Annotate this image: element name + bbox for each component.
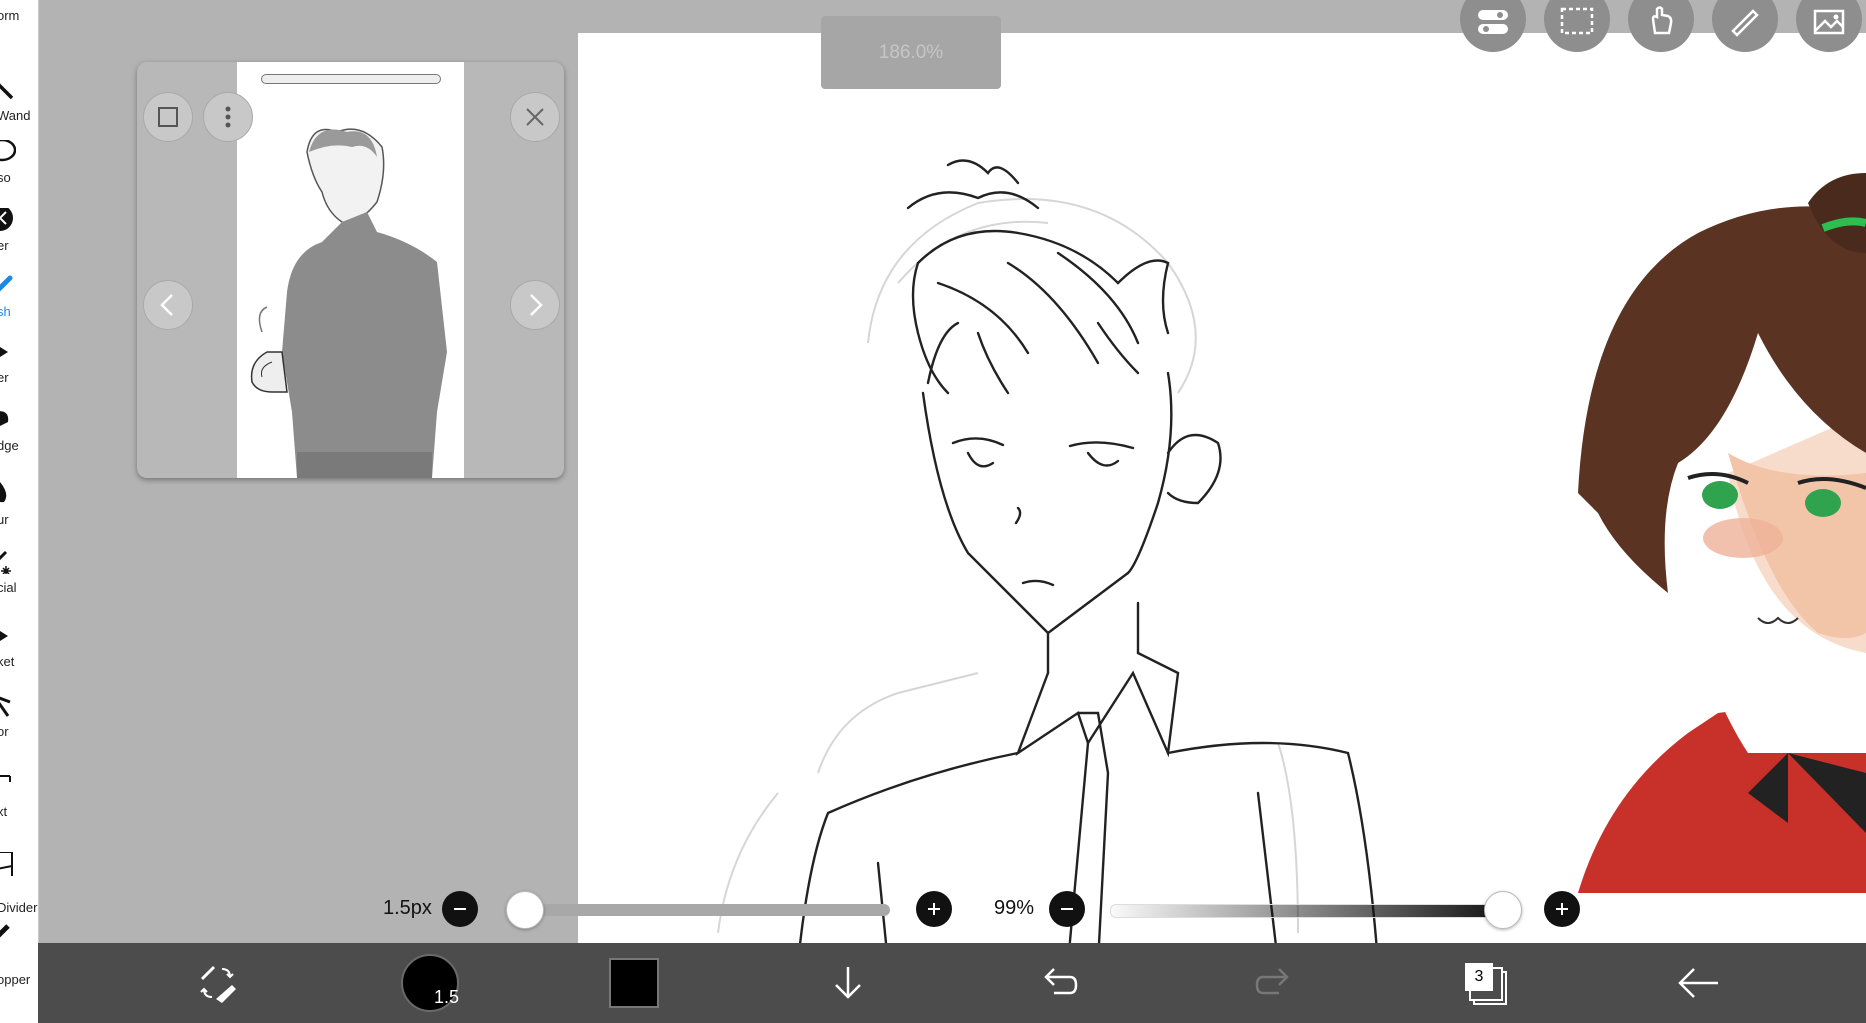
hand-touch-icon <box>1651 6 1673 35</box>
brush-size-decrease-button[interactable] <box>442 891 478 927</box>
brush-eraser-swap-icon <box>200 965 236 1003</box>
drawing-canvas[interactable] <box>578 33 1866 963</box>
brush-settings-button[interactable]: 1.5 <box>390 943 470 1023</box>
tool-special[interactable]: cial <box>0 546 38 618</box>
opacity-track[interactable] <box>1110 904 1508 918</box>
tool-eraser[interactable]: er <box>0 204 38 276</box>
arrow-down-icon <box>835 967 861 999</box>
tool-eyedropper[interactable]: opper <box>0 920 38 992</box>
square-icon <box>158 107 178 127</box>
reference-prev-button[interactable] <box>143 280 193 330</box>
tool-lasso[interactable]: so <box>0 136 38 208</box>
plus-icon <box>1556 903 1568 915</box>
back-button[interactable] <box>1658 943 1738 1023</box>
brush-preview-circle: 1.5 <box>401 954 459 1012</box>
opacity-decrease-button[interactable] <box>1049 891 1085 927</box>
close-icon <box>526 108 544 126</box>
tool-smudge[interactable]: dge <box>0 404 38 476</box>
redo-button[interactable] <box>1233 943 1313 1023</box>
swap-brush-eraser-button[interactable] <box>178 943 258 1023</box>
blur-icon <box>0 482 7 503</box>
opacity-increase-button[interactable] <box>1544 891 1580 927</box>
tool-label: er <box>0 370 9 385</box>
bucket-icon <box>0 631 8 641</box>
color-picker-button[interactable] <box>594 943 674 1023</box>
brush-icon <box>0 275 13 292</box>
tool-blur[interactable]: ur <box>0 478 38 550</box>
more-vertical-icon <box>225 106 231 128</box>
tool-bucket[interactable]: ket <box>0 620 38 692</box>
arrow-left-icon <box>1678 968 1718 998</box>
layer-count-badge: 3 <box>1465 963 1493 991</box>
reference-drag-handle[interactable] <box>261 74 441 84</box>
special-brush-icon <box>0 550 11 574</box>
chevron-right-icon <box>530 294 543 316</box>
undo-icon <box>1044 968 1078 995</box>
tool-label: opper <box>0 972 31 987</box>
zoom-indicator: 186.0% <box>821 16 1001 89</box>
bottom-toolbar: 1.5 3 <box>38 943 1866 1023</box>
brush-size-increase-button[interactable] <box>916 891 952 927</box>
tool-label: dge <box>0 438 19 453</box>
image-icon <box>1813 9 1845 35</box>
lasso-icon <box>0 140 16 162</box>
tool-label: so <box>0 170 11 185</box>
reference-menu-button[interactable] <box>203 92 253 142</box>
selector-icon <box>0 696 11 717</box>
opacity-label: 99% <box>994 897 1035 919</box>
minus-icon <box>454 908 466 910</box>
tool-transform[interactable]: orm <box>0 0 38 46</box>
tool-selector[interactable]: or <box>0 690 38 762</box>
eyedropper-icon <box>0 924 10 938</box>
opacity-thumb[interactable] <box>1484 891 1523 929</box>
redo-icon <box>1255 968 1289 995</box>
tool-text[interactable]: xt <box>0 770 38 842</box>
magic-wand-icon <box>0 83 14 100</box>
tool-label: ur <box>0 512 9 527</box>
tool-label: Divider <box>0 900 38 915</box>
ruler-icon <box>1731 9 1759 37</box>
fill-icon <box>0 347 8 357</box>
layers-button[interactable]: 3 <box>1446 943 1526 1023</box>
tool-label: cial <box>0 580 17 595</box>
brush-size-thumb[interactable] <box>506 891 544 929</box>
brush-size-badge: 1.5 <box>433 987 459 1007</box>
minus-icon <box>1061 908 1073 910</box>
brush-size-track[interactable] <box>506 904 890 916</box>
tool-label: ket <box>0 654 15 669</box>
eraser-icon <box>0 208 13 231</box>
chevron-left-icon <box>160 294 173 316</box>
tool-fill[interactable]: er <box>0 336 38 408</box>
layers-icon: 3 <box>1465 963 1507 1005</box>
reference-window[interactable] <box>137 62 564 478</box>
plus-icon <box>928 903 940 915</box>
tool-label: Wand <box>0 108 31 123</box>
reference-close-button[interactable] <box>510 92 560 142</box>
transform-icon <box>0 0 16 2</box>
reference-frame-button[interactable] <box>143 92 193 142</box>
frame-divider-icon <box>0 852 13 876</box>
reference-image <box>237 62 464 478</box>
undo-button[interactable] <box>1020 943 1100 1023</box>
dashed-selection-icon <box>1560 7 1594 35</box>
tool-brush[interactable]: sh <box>0 270 38 342</box>
tool-label: er <box>0 238 9 253</box>
canvas-artwork <box>717 159 1866 963</box>
reference-illustration <box>250 128 447 478</box>
current-color-swatch <box>609 958 659 1008</box>
tool-label: xt <box>0 804 8 819</box>
text-icon <box>0 775 11 782</box>
tool-label: sh <box>0 304 11 319</box>
toggle-switches-icon <box>1478 10 1508 34</box>
tool-label: orm <box>0 8 20 23</box>
tool-label: or <box>0 724 9 739</box>
reference-next-button[interactable] <box>510 280 560 330</box>
smudge-icon <box>0 411 9 426</box>
brush-size-label: 1.5px <box>383 897 432 919</box>
tool-strip: orm Wand so er sh er dge ur cial ket or <box>0 0 39 1023</box>
download-button[interactable] <box>808 943 888 1023</box>
tool-frame-divider[interactable]: Divider <box>0 848 38 920</box>
